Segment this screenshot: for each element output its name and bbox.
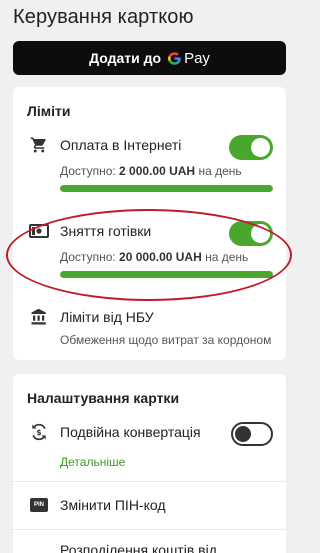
nbu-limits-description: Обмеження щодо витрат за кордоном xyxy=(60,333,272,347)
cash-icon xyxy=(29,221,49,241)
cash-withdrawal-label: Зняття готівки xyxy=(60,223,152,239)
cash-withdrawal-available: Доступно: 20 000.00 UAH на день xyxy=(60,250,249,264)
add-to-label: Додати до xyxy=(89,50,162,66)
pay-label: Pay xyxy=(184,49,210,67)
funds-distribution-label[interactable]: Розподілення коштів від xyxy=(60,542,217,553)
online-payment-available: Доступно: 2 000.00 UAH на день xyxy=(60,164,242,178)
cash-withdrawal-limit-bar xyxy=(60,271,273,278)
settings-title: Налаштування картки xyxy=(27,390,180,406)
online-payment-label: Оплата в Інтернеті xyxy=(60,137,182,153)
bank-icon xyxy=(29,307,49,327)
online-payment-toggle[interactable] xyxy=(229,135,273,160)
online-payment-limit-fill xyxy=(60,185,273,192)
svg-text:$: $ xyxy=(36,428,41,437)
online-payment-limit-bar xyxy=(60,185,273,192)
cash-withdrawal-toggle[interactable] xyxy=(229,221,273,246)
divider xyxy=(13,481,286,482)
currency-exchange-icon: $ xyxy=(29,422,49,442)
divider xyxy=(13,529,286,530)
shopping-cart-icon xyxy=(29,135,49,155)
add-to-google-pay-button[interactable]: Додати до Pay xyxy=(13,41,286,75)
limits-card: Ліміти Оплата в Інтернеті Доступно: 2 00… xyxy=(13,87,286,360)
pin-icon: PIN xyxy=(29,495,49,515)
double-conversion-toggle[interactable] xyxy=(231,422,273,446)
limits-title: Ліміти xyxy=(27,103,71,119)
nbu-limits-label[interactable]: Ліміти від НБУ xyxy=(60,309,154,325)
card-settings-card: Налаштування картки $ Подвійна конвертац… xyxy=(13,374,286,553)
double-conversion-label: Подвійна конвертація xyxy=(60,424,201,440)
cash-withdrawal-limit-fill xyxy=(60,271,273,278)
change-pin-label[interactable]: Змінити ПІН-код xyxy=(60,497,166,513)
page-title: Керування карткою xyxy=(13,6,194,28)
details-link[interactable]: Детальніше xyxy=(60,455,125,469)
google-g-icon xyxy=(167,51,182,66)
